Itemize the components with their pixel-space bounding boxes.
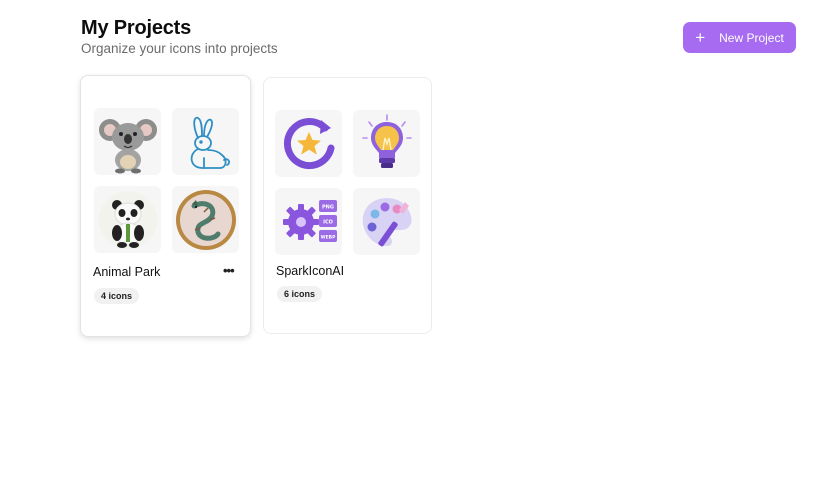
new-project-label: New Project <box>719 30 784 45</box>
lightbulb-icon <box>353 110 420 177</box>
project-card-sparkiconai[interactable]: PNG ICO WEBP SparkIconAI 6 icons <box>263 77 432 334</box>
star-refresh-icon <box>275 110 342 177</box>
project-name: Animal Park <box>93 265 161 279</box>
more-horizontal-icon[interactable]: ••• <box>223 263 235 278</box>
project-name: SparkIconAI <box>276 264 345 278</box>
format-label-png: PNG <box>322 204 334 210</box>
dragon-medallion-icon <box>172 186 239 253</box>
koala-icon <box>94 108 161 175</box>
palette-brush-icon <box>353 188 420 255</box>
gear-file-formats-icon: PNG ICO WEBP <box>275 188 342 255</box>
new-project-button[interactable]: + New Project <box>683 22 796 53</box>
project-card-animal-park[interactable]: Animal Park ••• 4 icons <box>80 75 251 337</box>
panda-icon <box>94 186 161 253</box>
icon-count-badge: 6 icons <box>277 286 323 302</box>
page-subtitle: Organize your icons into projects <box>81 41 278 56</box>
format-label-webp: WEBP <box>320 234 335 240</box>
plus-icon: + <box>695 28 706 47</box>
icon-count-badge: 4 icons <box>94 288 140 304</box>
rabbit-icon <box>172 108 239 175</box>
format-label-ico: ICO <box>323 219 333 225</box>
page-title: My Projects <box>81 17 192 39</box>
